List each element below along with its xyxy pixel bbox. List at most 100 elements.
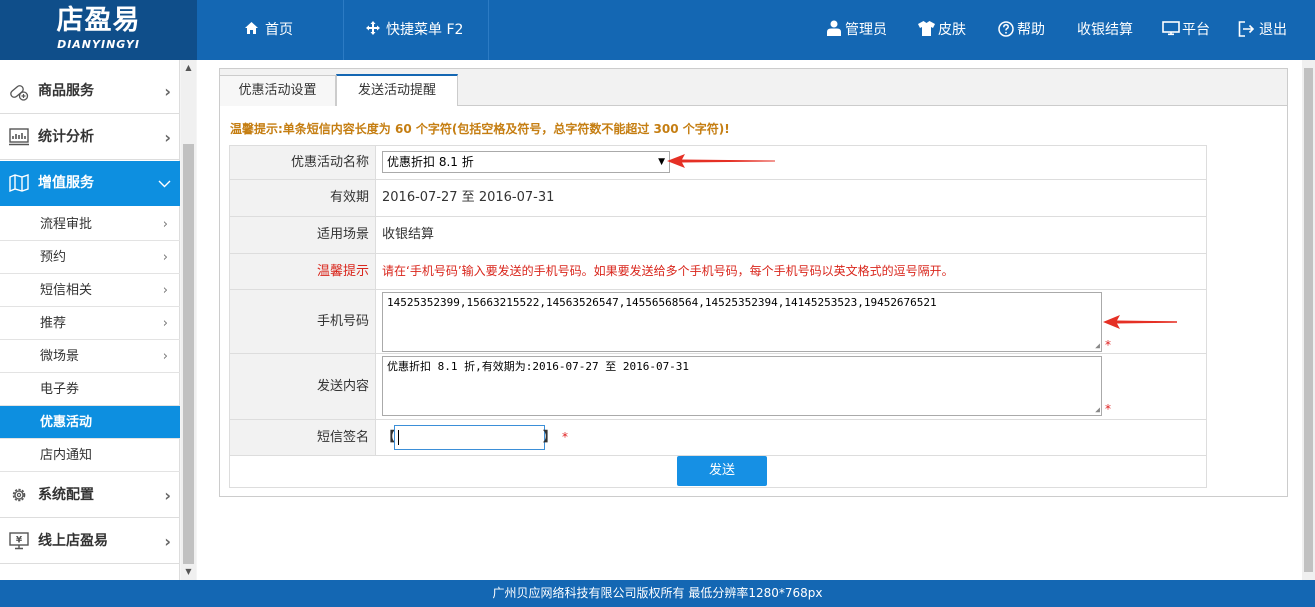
tip-label: 温馨提示 <box>230 254 376 289</box>
send-reminder-form: 优惠活动名称 优惠折扣 8.1 折 ▼ 有效期 2016-07-27 至 201… <box>229 145 1207 488</box>
nav-admin[interactable]: 管理员 <box>826 0 887 60</box>
nav-help-label: 帮助 <box>1017 22 1045 38</box>
validity-label: 有效期 <box>230 180 376 216</box>
row-actions: 发送 <box>230 456 1206 488</box>
sidebar-group-goods[interactable]: 商品服务 › <box>0 69 180 114</box>
resize-handle-icon[interactable]: ◢ <box>1095 342 1100 350</box>
row-phones: 手机号码 14525352399,15663215522,14563526547… <box>230 290 1206 354</box>
required-mark: * <box>1105 338 1111 352</box>
red-arrow-icon <box>667 154 775 168</box>
sidebar-group-label: 系统配置 <box>38 487 94 503</box>
activity-name-select[interactable]: 优惠折扣 8.1 折 ▼ <box>382 151 670 173</box>
phones-label: 手机号码 <box>230 290 376 353</box>
sidebar-item-recommend[interactable]: 推荐 › <box>0 307 180 340</box>
sidebar-item-label: 微场景 <box>40 349 80 364</box>
tab-bar: 优惠活动设置 发送活动提醒 <box>219 69 1287 106</box>
sidebar-item-approval[interactable]: 流程审批 › <box>0 208 180 241</box>
sidebar-item-label: 流程审批 <box>40 217 93 232</box>
chevron-right-icon: › <box>164 128 171 147</box>
nav-platform[interactable]: 平台 <box>1162 0 1210 60</box>
chevron-right-icon: › <box>164 82 171 101</box>
logo[interactable]: 店盈易 DIANYINGYI <box>0 0 197 60</box>
top-header: 店盈易 DIANYINGYI 首页 快捷菜单 F2 管理员 皮肤 帮助 收银结算… <box>0 0 1315 60</box>
user-icon <box>826 0 842 60</box>
red-arrow-icon <box>1103 315 1177 329</box>
svg-text:¥: ¥ <box>16 536 23 546</box>
nav-platform-label: 平台 <box>1182 22 1210 38</box>
chevron-right-icon: › <box>162 349 168 364</box>
shirt-icon <box>918 0 935 60</box>
required-mark: * <box>562 430 568 444</box>
sidebar-item-label: 优惠活动 <box>40 415 93 430</box>
sidebar-group-label: 商品服务 <box>38 83 94 99</box>
content-panel: 优惠活动设置 发送活动提醒 温馨提示:单条短信内容长度为 60 个字符(包括空格… <box>219 68 1288 497</box>
sidebar-item-sms[interactable]: 短信相关 › <box>0 274 180 307</box>
chevron-right-icon: › <box>162 250 168 265</box>
sidebar-item-micro-scene[interactable]: 微场景 › <box>0 340 180 373</box>
nav-home-label: 首页 <box>265 22 293 38</box>
sidebar-item-promotion[interactable]: 优惠活动 <box>0 406 180 439</box>
sidebar-scrollbar[interactable]: ▲ ▼ <box>181 60 196 580</box>
sidebar-group-vas[interactable]: 增值服务 <box>0 161 180 206</box>
monitor-icon <box>1162 0 1180 60</box>
signature-right-bracket: 】 <box>543 430 557 445</box>
logo-en: DIANYINGYI <box>57 38 140 51</box>
scroll-up-icon[interactable]: ▲ <box>181 60 196 76</box>
activity-name-label: 优惠活动名称 <box>230 146 376 179</box>
home-icon <box>244 0 259 60</box>
nav-quick-menu[interactable]: 快捷菜单 F2 <box>366 0 463 60</box>
sidebar-item-e-coupon[interactable]: 电子券 <box>0 373 180 406</box>
content-value: 优惠折扣 8.1 折,有效期为:2016-07-27 至 2016-07-31 <box>387 360 690 373</box>
nav-logout[interactable]: 退出 <box>1238 0 1287 60</box>
chevron-right-icon: › <box>162 283 168 298</box>
cashier-icon: ¥ <box>9 532 29 552</box>
nav-home[interactable]: 首页 <box>244 0 293 60</box>
required-mark: * <box>1105 402 1111 416</box>
dropdown-caret-icon: ▼ <box>658 157 665 167</box>
nav-checkout[interactable]: 收银结算 <box>1077 0 1133 60</box>
nav-divider <box>343 0 344 60</box>
map-icon <box>9 174 29 194</box>
sidebar-group-label: 增值服务 <box>38 175 94 191</box>
row-validity: 有效期 2016-07-27 至 2016-07-31 <box>230 180 1206 217</box>
signature-input[interactable] <box>394 425 545 450</box>
tip-value: 请在‘手机号码’输入要发送的手机号码。如果要发送给多个手机号码，每个手机号码以英… <box>382 264 954 278</box>
sidebar-item-label: 短信相关 <box>40 283 93 298</box>
scene-value: 收银结算 <box>382 227 435 242</box>
pills-icon <box>9 82 29 102</box>
phones-value: 14525352399,15663215522,14563526547,1455… <box>387 296 937 309</box>
phones-textarea[interactable]: 14525352399,15663215522,14563526547,1455… <box>382 292 1102 352</box>
nav-skin-label: 皮肤 <box>938 22 966 38</box>
sidebar-item-booking[interactable]: 预约 › <box>0 241 180 274</box>
send-button[interactable]: 发送 <box>677 456 767 486</box>
chevron-down-icon <box>158 161 171 206</box>
resize-handle-icon[interactable]: ◢ <box>1095 406 1100 414</box>
sidebar-item-label: 推荐 <box>40 316 67 331</box>
nav-help[interactable]: 帮助 <box>998 0 1045 60</box>
sidebar-item-store-notice[interactable]: 店内通知 <box>0 439 180 472</box>
content-textarea[interactable]: 优惠折扣 8.1 折,有效期为:2016-07-27 至 2016-07-31 … <box>382 356 1102 416</box>
logo-cn: 店盈易 <box>56 5 141 36</box>
chevron-right-icon: › <box>164 486 171 505</box>
tab-promotion-settings[interactable]: 优惠活动设置 <box>219 75 336 106</box>
sidebar-group-label: 统计分析 <box>38 129 94 145</box>
sidebar-menu: 商品服务 › 统计分析 › 增值服务 流程审批 › 预约 › 短信相关 › 推荐… <box>0 60 180 580</box>
sidebar-item-label: 预约 <box>40 250 67 265</box>
sidebar-group-stats[interactable]: 统计分析 › <box>0 115 180 160</box>
scroll-down-icon[interactable]: ▼ <box>181 564 196 580</box>
logout-icon <box>1238 0 1255 60</box>
page-scrollbar[interactable] <box>1302 60 1315 580</box>
row-tip: 温馨提示 请在‘手机号码’输入要发送的手机号码。如果要发送给多个手机号码，每个手… <box>230 254 1206 290</box>
tab-send-reminder[interactable]: 发送活动提醒 <box>336 74 458 106</box>
scene-label: 适用场景 <box>230 217 376 253</box>
scrollbar-thumb[interactable] <box>1304 68 1313 572</box>
sidebar: 商品服务 › 统计分析 › 增值服务 流程审批 › 预约 › 短信相关 › 推荐… <box>0 60 197 580</box>
row-scene: 适用场景 收银结算 <box>230 217 1206 254</box>
nav-skin[interactable]: 皮肤 <box>918 0 966 60</box>
activity-name-value: 优惠折扣 8.1 折 <box>387 155 474 169</box>
gear-icon <box>9 486 29 506</box>
sidebar-group-online[interactable]: ¥ 线上店盈易 › <box>0 519 180 564</box>
nav-logout-label: 退出 <box>1259 22 1287 38</box>
scrollbar-thumb[interactable] <box>183 144 194 564</box>
sidebar-group-config[interactable]: 系统配置 › <box>0 473 180 518</box>
